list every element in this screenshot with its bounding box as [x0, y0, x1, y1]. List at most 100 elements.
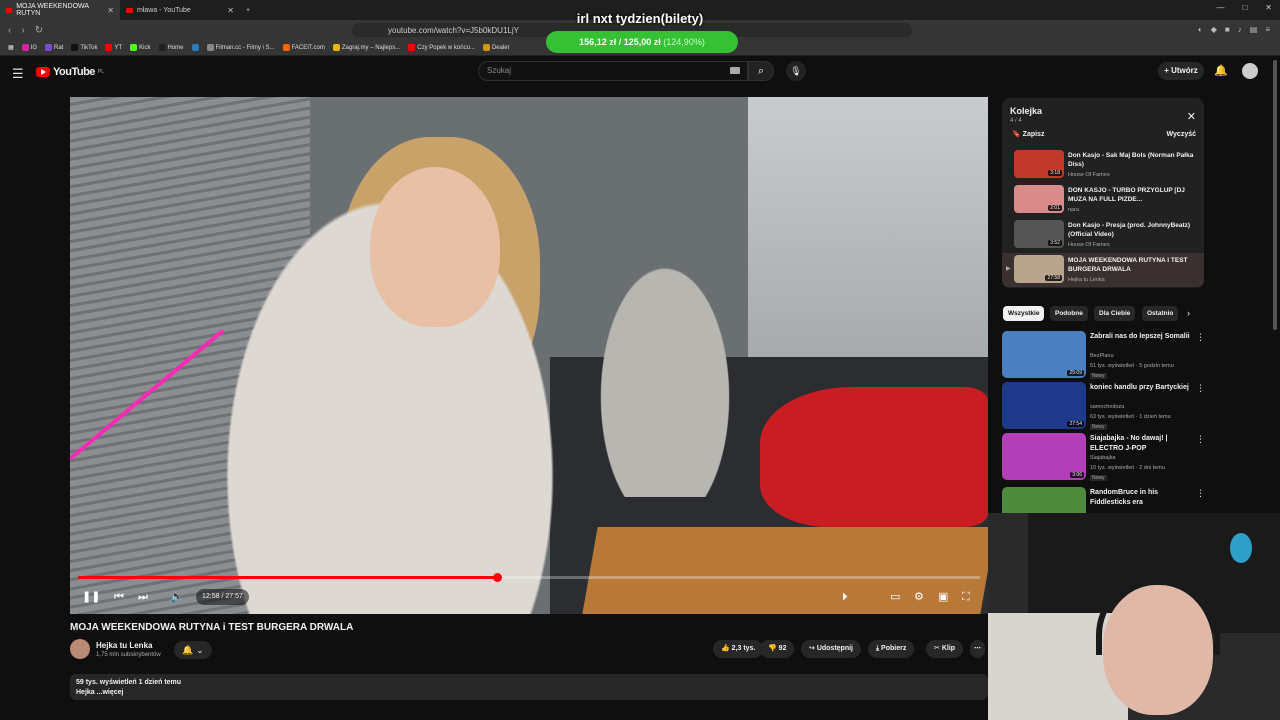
- bookmark[interactable]: Zagraj.my – Najleps...: [332, 44, 400, 51]
- video-boy: [590, 247, 740, 497]
- rec-title: Siajabajka - No dawaj! | ELECTRO J-POP: [1090, 435, 1168, 452]
- queue-item-now-playing[interactable]: ▶ 27:58 MOJA WEEKENDOWA RUTYNA I TEST BU…: [1002, 253, 1204, 287]
- download-button[interactable]: ⤓ Pobierz: [868, 640, 915, 658]
- search-icon: ⌕: [757, 65, 765, 77]
- queue-count: 4 / 4: [1010, 118, 1022, 124]
- recommended-video[interactable]: RandomBruce in his Fiddlesticks era ⋮: [1002, 487, 1202, 513]
- queue-item[interactable]: 3:18 Don Kasjo - Sak Maj Bols (Norman Pa…: [1002, 148, 1204, 182]
- bookmark[interactable]: Filman.cc - Filmy i S...: [206, 44, 275, 51]
- chevron-right-icon[interactable]: ›: [1187, 308, 1190, 318]
- description-preview: Hejka ...więcej: [76, 689, 124, 696]
- subscribed-notification-button[interactable]: 🔔 ⌄: [174, 641, 212, 659]
- close-tab-icon[interactable]: ✕: [107, 6, 114, 15]
- search-input[interactable]: Szukaj: [478, 61, 748, 81]
- bookmark[interactable]: Kick: [130, 44, 151, 51]
- forward-icon[interactable]: ›: [21, 25, 24, 36]
- chip-recent[interactable]: Ostatnio: [1142, 306, 1179, 321]
- minimize-icon[interactable]: —: [1216, 3, 1224, 12]
- bookmark[interactable]: TikTok: [71, 44, 97, 51]
- close-window-icon[interactable]: ✕: [1265, 3, 1272, 12]
- queue-item[interactable]: 2:01 DON KASJO - TURBO PRZYGLUP [DJ MUZA…: [1002, 183, 1204, 217]
- queue-item[interactable]: 3:52 Don Kasjo - Presja (prod. JohnnyBea…: [1002, 218, 1204, 252]
- bookmark[interactable]: Czy Popek w końcu...: [408, 44, 475, 51]
- queue-item-channel: nara: [1068, 207, 1080, 213]
- reload-icon[interactable]: ↻: [35, 25, 43, 36]
- chip-related[interactable]: Podobne: [1050, 306, 1088, 321]
- maximize-icon[interactable]: □: [1242, 3, 1247, 12]
- pause-icon[interactable]: ❚❚: [82, 587, 100, 607]
- youtube-favicon-icon: [6, 7, 13, 13]
- fullscreen-icon[interactable]: ⛶: [962, 587, 970, 607]
- share-button[interactable]: ↪ Udostępnij: [801, 640, 861, 658]
- channel-avatar[interactable]: [70, 639, 90, 659]
- recommended-video[interactable]: 25:09 Zabrali nas do lepszej Somalii Bez…: [1002, 331, 1205, 379]
- extension-icon[interactable]: ◆: [1211, 25, 1217, 34]
- clip-button[interactable]: ✂ Klip: [926, 640, 964, 658]
- account-avatar[interactable]: [1242, 63, 1258, 79]
- description-box[interactable]: 59 tys. wyświetleń 1 dzień temu Hejka ..…: [70, 674, 988, 700]
- autoplay-toggle-icon[interactable]: ⏵: [842, 587, 848, 607]
- recommended-video[interactable]: 3:06 Siajabajka - No dawaj! | ELECTRO J-…: [1002, 433, 1205, 481]
- more-vert-icon[interactable]: ⋮: [1196, 383, 1205, 394]
- like-button[interactable]: 👍 2,3 tys.: [713, 640, 764, 658]
- bookmark-icon: [206, 44, 214, 51]
- create-button[interactable]: + Utwórz: [1158, 62, 1204, 80]
- extension-icon[interactable]: ■: [1225, 25, 1230, 34]
- queue-thumbnail: 27:58: [1014, 255, 1064, 283]
- browser-tab[interactable]: mława - YouTube ✕: [120, 0, 240, 20]
- miniplayer-icon[interactable]: ▣: [938, 587, 948, 607]
- back-icon[interactable]: ‹: [8, 25, 11, 36]
- bookmark[interactable]: [191, 44, 199, 51]
- more-vert-icon[interactable]: ⋮: [1196, 332, 1205, 343]
- more-actions-button[interactable]: ⋯: [970, 640, 985, 658]
- dislike-button[interactable]: 👎 92: [760, 640, 795, 658]
- volume-icon[interactable]: 🔈: [170, 587, 184, 607]
- youtube-icon: [105, 44, 113, 51]
- progress-fill: [78, 576, 497, 579]
- more-vert-icon[interactable]: ⋮: [1196, 434, 1205, 445]
- rec-meta: 63 tys. wyświetleń · 1 dzień temu: [1090, 414, 1171, 420]
- next-icon[interactable]: ⏭: [138, 587, 148, 607]
- sidebar-icon[interactable]: ▤: [1250, 25, 1258, 34]
- chip-for-you[interactable]: Dla Ciebie: [1094, 306, 1136, 321]
- video-red-blanket: [760, 387, 988, 527]
- bookmark[interactable]: IG: [21, 44, 37, 51]
- search-button[interactable]: ⌕: [748, 61, 774, 81]
- close-icon[interactable]: ✕: [1187, 110, 1196, 123]
- bookmark[interactable]: Rat: [45, 44, 63, 51]
- rec-thumbnail: 3:06: [1002, 433, 1086, 480]
- save-queue-button[interactable]: 🔖 Zapisz: [1012, 130, 1044, 138]
- progress-scrubber[interactable]: [492, 573, 502, 582]
- bookmark[interactable]: FACEIT.com: [282, 44, 325, 51]
- extension-icon[interactable]: ♪: [1238, 25, 1242, 34]
- tab-label: mława - YouTube: [137, 6, 191, 14]
- new-tab-icon[interactable]: +: [240, 0, 256, 20]
- clear-queue-button[interactable]: Wyczyść: [1167, 131, 1196, 138]
- notifications-bell-icon[interactable]: 🔔: [1214, 64, 1228, 77]
- bookmark[interactable]: Dealer: [482, 44, 510, 51]
- chip-all[interactable]: Wszystkie: [1003, 306, 1045, 321]
- video-progress-bar[interactable]: [78, 573, 980, 582]
- youtube-logo[interactable]: YouTube PL: [36, 66, 104, 78]
- more-vert-icon[interactable]: ⋮: [1196, 488, 1202, 499]
- youtube-icon: [408, 44, 416, 51]
- page-scrollbar[interactable]: [1273, 60, 1277, 330]
- settings-gear-icon[interactable]: ⚙: [914, 587, 924, 607]
- queue-thumbnail: 3:52: [1014, 220, 1064, 248]
- previous-icon[interactable]: ⏮: [114, 587, 124, 607]
- dislike-count: 92: [778, 645, 787, 652]
- bookmark[interactable]: Home: [158, 44, 184, 51]
- browser-tab-active[interactable]: MOJA WEEKENDOWA RUTYN ✕: [0, 0, 120, 20]
- channel-name[interactable]: Hejka tu Lenka: [96, 641, 152, 650]
- bookmark[interactable]: YT: [105, 44, 122, 51]
- subtitles-icon[interactable]: ▭: [890, 587, 900, 607]
- recommended-video[interactable]: 27:54 koniec handlu przy Bartyckiej samo…: [1002, 382, 1205, 430]
- apps-grid-icon[interactable]: ▦: [8, 44, 14, 51]
- extension-icon[interactable]: ◐: [1198, 25, 1203, 34]
- hamburger-menu-icon[interactable]: ☰: [12, 66, 24, 82]
- close-tab-icon[interactable]: ✕: [227, 6, 234, 15]
- voice-search-button[interactable]: 🎙: [786, 61, 806, 81]
- video-player[interactable]: [70, 97, 988, 614]
- keyboard-icon[interactable]: [730, 67, 740, 74]
- menu-icon[interactable]: ≡: [1265, 25, 1270, 34]
